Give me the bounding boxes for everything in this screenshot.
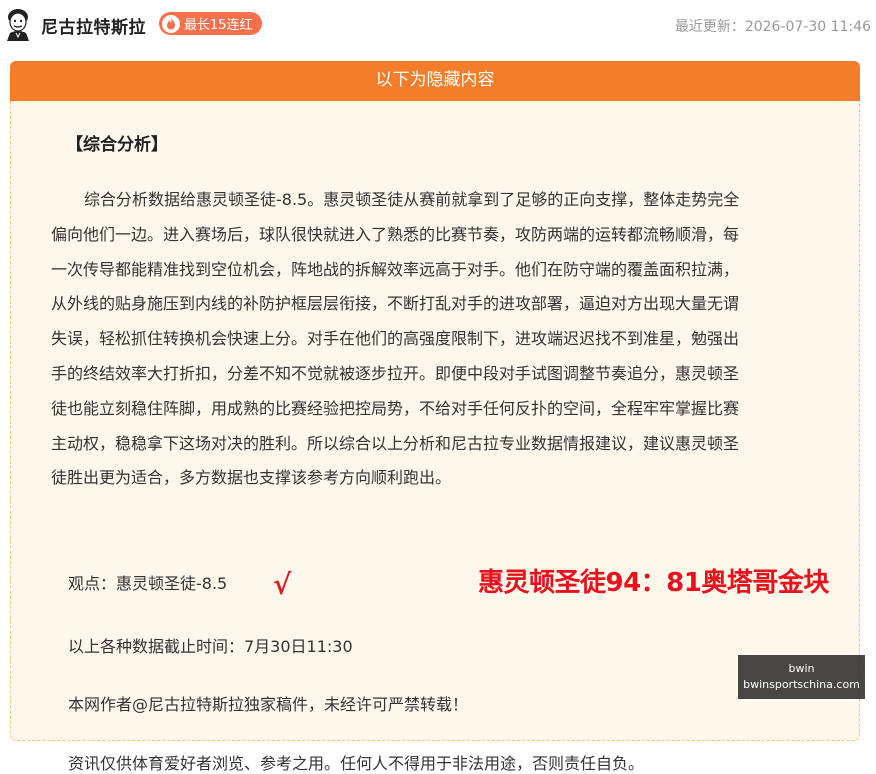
copyright-notice: 本网作者@尼古拉特斯拉独家稿件，未经许可严禁转载！ (68, 695, 469, 714)
streak-badge-label: 最长15连红 (184, 18, 253, 33)
analysis-line: 从外线的贴身施压到内线的补防护框层层衔接，不断打乱对手的进攻部署，逼迫对方出现大… (51, 294, 740, 314)
author-name[interactable]: 尼古拉特斯拉 (41, 13, 146, 38)
analysis-line: 一次传导都能精准找到空位机会，阵地战的拆解效率远高于对手。他们在防守端的覆盖面积… (51, 259, 740, 279)
flame-icon (162, 14, 180, 33)
analysis-line: 徒胜出更为适合，多方数据也支撑该参考方向顺利跑出。 (51, 468, 452, 488)
streak-badge: 最长15连红 (159, 12, 262, 35)
tesla-portrait-avatar-icon (7, 9, 29, 41)
analysis-line: 偏向他们一边。进入赛场后，球队很快就进入了熟悉的比赛节奏，攻防两端的运转都流畅顺… (51, 224, 740, 244)
analysis-line: 失误，轻松抓住转换机会快速上分。对手在他们的高强度限制下，进攻端迟迟找不到准星，… (51, 329, 740, 349)
article-body: 【综合分析】 综合分析数据给惠灵顿圣徒-8.5。惠灵顿圣徒从赛前就拿到了足够的正… (51, 130, 839, 773)
last-updated: 最近更新：2026-07-30 11:46 (674, 19, 871, 35)
hidden-content-panel: 以下为隐藏内容 【综合分析】 综合分析数据给惠灵顿圣徒-8.5。惠灵顿圣徒从赛前… (10, 61, 860, 773)
analysis-line: 手的终结效率大打折扣，分差不知不觉就被逐步拉开。即便中段对手试图调整节奏追分，惠… (51, 363, 740, 383)
analysis-line: 主动权，稳稳拿下这场对决的胜利。所以综合以上分析和尼古拉专业数据情报建议，建议惠… (51, 433, 740, 453)
disclaimer-notice: 资讯仅供体育爱好者浏览、参考之用。任何人不得用于非法用途，否则责任自负。 (68, 754, 645, 773)
analysis-line: 徒也能立刻稳住阵脚，用成熟的比赛经验把控局势，不给对手任何反扑的空间，全程牢牢掌… (51, 398, 740, 418)
data-deadline: 以上各种数据截止时间：7月30日11:30 (68, 637, 353, 656)
article-header: 尼古拉特斯拉 最长15连红 最近更新：2026-07-30 11:46 (0, 0, 876, 52)
analysis-paragraph: 综合分析数据给惠灵顿圣徒-8.5。惠灵顿圣徒从赛前就拿到了足够的正向支撑，整体走… (51, 183, 839, 496)
match-result: 惠灵顿圣徒94：81奥塔哥金块 (478, 568, 829, 598)
watermark-domain: bwinsportschina.com (743, 678, 860, 691)
author-avatar[interactable] (4, 7, 32, 41)
panel-title: 以下为隐藏内容 (10, 61, 860, 101)
analysis-line: 综合分析数据给惠灵顿圣徒-8.5。惠灵顿圣徒从赛前就拿到了足够的正向支撑，整体走… (68, 190, 740, 209)
watermark-brand: bwin (788, 662, 815, 675)
viewpoint-text: 观点：惠灵顿圣徒-8.5 (68, 574, 228, 593)
watermark-overlay: bwin bwinsportschina.com (738, 655, 865, 699)
check-mark-icon: √ (273, 568, 292, 601)
section-title: 【综合分析】 (66, 135, 168, 155)
